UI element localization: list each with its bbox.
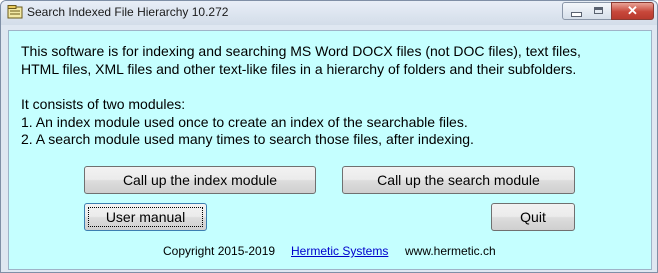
copyright-text: Copyright 2015-2019 [163, 244, 276, 258]
close-icon: ✕ [627, 3, 638, 18]
maximize-icon [594, 7, 603, 14]
minimize-button[interactable] [562, 2, 588, 20]
close-button[interactable]: ✕ [611, 2, 654, 20]
description-line-4: 1. An index module used once to create a… [21, 114, 468, 130]
user-manual-button[interactable]: User manual [84, 203, 207, 231]
index-module-button[interactable]: Call up the index module [84, 166, 316, 194]
description-line-2: HTML files, XML files and other text-lik… [21, 61, 577, 77]
app-icon [7, 5, 23, 19]
hermetic-systems-link[interactable]: Hermetic Systems [291, 244, 388, 258]
description-line-5: 2. A search module used many times to se… [21, 131, 474, 147]
title-bar[interactable]: Search Indexed File Hierarchy 10.272 ✕ [1, 1, 657, 25]
website-text: www.hermetic.ch [405, 244, 496, 258]
quit-button-label: Quit [520, 209, 546, 225]
window-title: Search Indexed File Hierarchy 10.272 [27, 5, 229, 19]
description-line-3: It consists of two modules: [21, 96, 186, 112]
maximize-button[interactable] [587, 2, 612, 20]
quit-button[interactable]: Quit [491, 203, 575, 231]
main-panel: This software is for indexing and search… [8, 30, 652, 270]
focus-ring [88, 207, 203, 227]
index-module-button-label: Call up the index module [122, 172, 278, 188]
description-line-1: This software is for indexing and search… [21, 43, 581, 59]
search-module-button[interactable]: Call up the search module [342, 166, 575, 194]
search-module-button-label: Call up the search module [377, 172, 540, 188]
app-window: Search Indexed File Hierarchy 10.272 ✕ T… [0, 0, 658, 273]
minimize-icon [571, 12, 582, 17]
